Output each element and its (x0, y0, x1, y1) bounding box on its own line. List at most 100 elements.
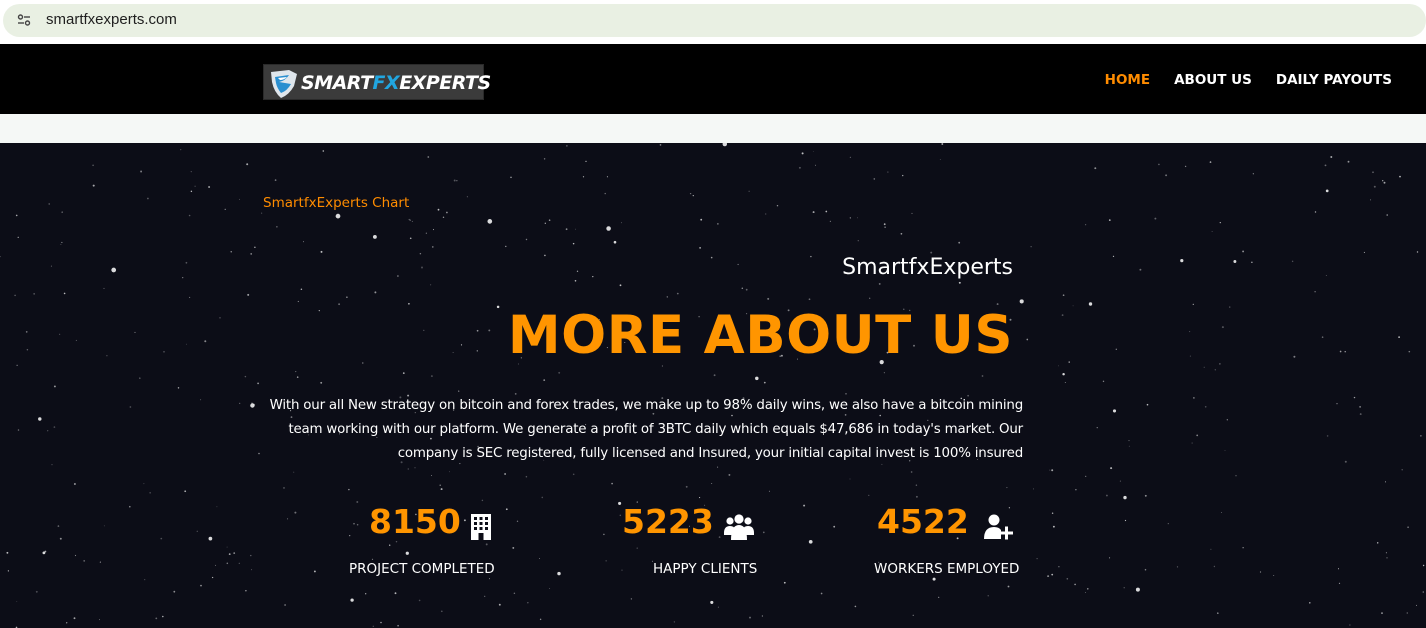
star (425, 232, 427, 234)
star (857, 217, 859, 219)
nav-about-us-link[interactable]: ABOUT US (1174, 72, 1252, 88)
star (200, 399, 202, 401)
star (987, 595, 989, 597)
star (1064, 382, 1066, 383)
star (1325, 275, 1327, 277)
star (1219, 221, 1221, 224)
star (59, 333, 61, 335)
star (261, 212, 263, 214)
star (458, 390, 460, 392)
star (228, 553, 231, 555)
star (1154, 217, 1157, 220)
star (557, 571, 561, 576)
star (1314, 211, 1317, 213)
star (1074, 583, 1076, 586)
star (35, 590, 38, 593)
star (525, 475, 528, 478)
star (47, 430, 49, 432)
star (163, 351, 165, 353)
star (61, 241, 63, 243)
star (728, 473, 731, 476)
star (1406, 612, 1408, 614)
star (1407, 526, 1409, 529)
shield-logo-icon (271, 70, 297, 98)
star (576, 270, 579, 272)
about-description: With our all New strategy on bitcoin and… (269, 398, 1024, 461)
star (605, 560, 607, 562)
star (1102, 380, 1105, 383)
star (1293, 355, 1296, 358)
star (1359, 413, 1362, 416)
star (1026, 338, 1029, 341)
star (143, 483, 145, 485)
star (525, 238, 528, 241)
star (216, 506, 218, 508)
star (365, 593, 367, 595)
star (543, 379, 546, 381)
star (1399, 175, 1401, 178)
star (910, 471, 913, 473)
star (427, 156, 430, 158)
star (188, 214, 191, 217)
star (73, 483, 76, 485)
star (884, 226, 886, 228)
star (208, 536, 213, 541)
star (189, 296, 191, 298)
star (409, 237, 412, 240)
star (958, 241, 961, 244)
star (566, 145, 568, 147)
section-divider-strip (0, 114, 1426, 143)
stat-label: HAPPY CLIENTS (653, 561, 758, 577)
nav-home-link[interactable]: HOME (1105, 72, 1150, 88)
star (710, 256, 713, 259)
star (335, 213, 341, 219)
star (543, 158, 546, 160)
logo-smart-text: SMART (301, 72, 373, 94)
stat-value: 8150 (369, 502, 461, 541)
users-icon (724, 514, 754, 540)
star (440, 488, 443, 491)
star (1006, 487, 1008, 489)
star (512, 546, 515, 549)
star (1219, 363, 1221, 365)
star (161, 615, 164, 618)
stat-label: WORKERS EMPLOYED (874, 561, 1020, 577)
star (808, 298, 811, 301)
star (814, 164, 817, 166)
chart-link[interactable]: SmartfxExperts Chart (263, 195, 409, 211)
star (1209, 161, 1212, 163)
star (1180, 259, 1184, 263)
star (854, 605, 857, 608)
stat-projects: 8150 PROJECT COMPLETED (349, 501, 499, 591)
star (659, 144, 662, 146)
star (194, 185, 196, 187)
url-text[interactable]: smartfxexperts.com (46, 11, 177, 29)
star (544, 222, 546, 224)
site-settings-icon[interactable] (17, 13, 31, 27)
address-bar[interactable]: smartfxexperts.com (3, 4, 1426, 37)
star (1094, 167, 1097, 170)
site-logo[interactable]: SMARTFXEXPERTS (263, 64, 491, 100)
star (1359, 406, 1361, 408)
star (699, 497, 701, 499)
star (397, 624, 399, 627)
star (938, 596, 940, 598)
star (717, 606, 719, 608)
star (380, 621, 382, 624)
nav-daily-payouts-link[interactable]: DAILY PAYOUTS (1276, 72, 1392, 88)
star (92, 164, 94, 167)
star (1242, 547, 1244, 549)
star (558, 371, 561, 374)
star (900, 232, 903, 235)
star (857, 240, 859, 242)
star (711, 482, 713, 484)
star (776, 204, 779, 207)
star (421, 266, 423, 269)
star (419, 252, 422, 255)
star (676, 292, 679, 295)
star (915, 495, 918, 498)
star (247, 293, 250, 296)
star (1217, 612, 1219, 614)
star (322, 150, 325, 152)
star (685, 485, 688, 488)
